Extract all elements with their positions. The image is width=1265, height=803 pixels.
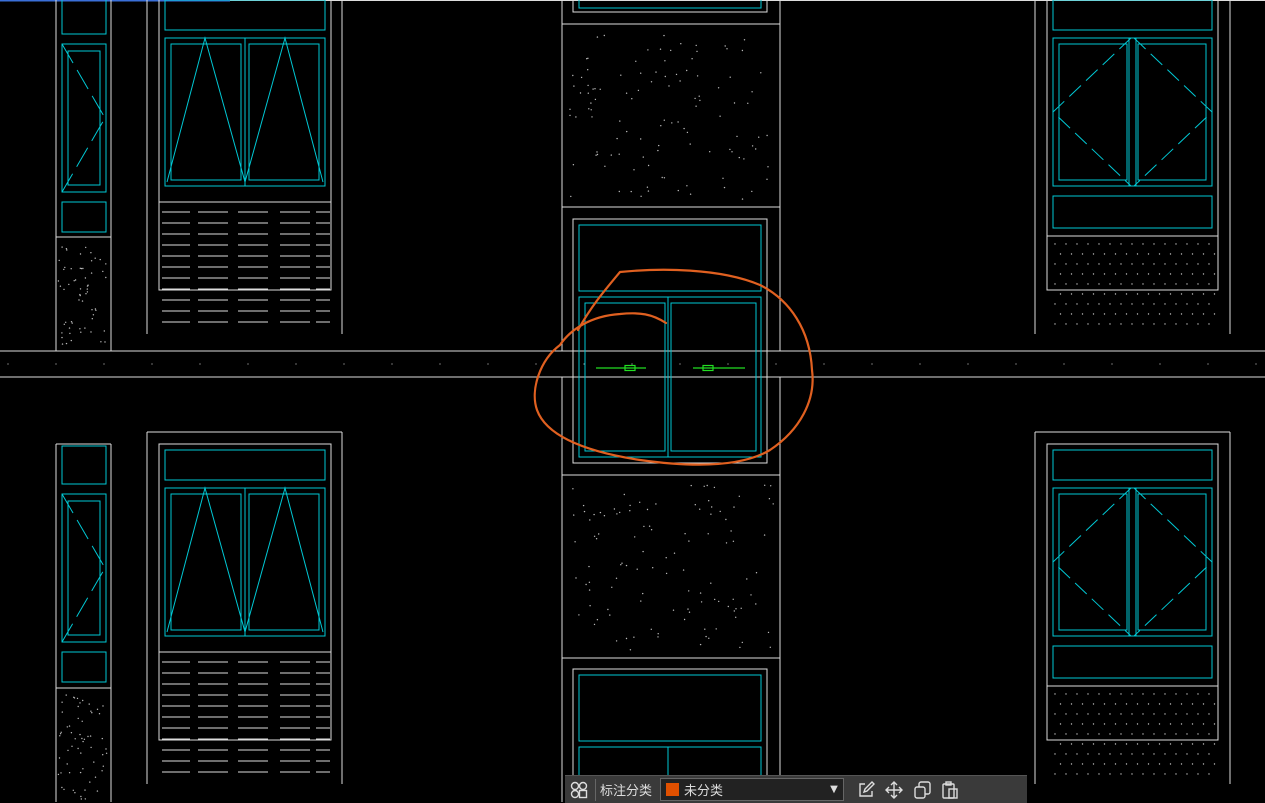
canvas-background [0,0,1265,802]
edit-button[interactable] [852,776,880,803]
toolbar-separator [595,778,596,801]
paste-button[interactable] [936,776,964,803]
move-button[interactable] [880,776,908,803]
category-select[interactable]: 未分类 ▼ [660,778,845,801]
group-button[interactable] [565,776,593,803]
edit-icon [859,780,876,797]
category-value: 未分类 [684,784,724,799]
group-icon [570,781,588,798]
annotation-toolbar: 标注分类 未分类 ▼ [565,775,1027,803]
paste-icon [942,780,958,799]
copy-icon [914,780,931,799]
category-swatch [666,783,680,796]
cad-drawing-canvas[interactable] [0,0,1265,802]
move-icon [885,780,904,799]
category-label: 标注分类 [600,784,653,799]
copy-button[interactable] [908,776,936,803]
chevron-down-icon: ▼ [830,784,838,795]
